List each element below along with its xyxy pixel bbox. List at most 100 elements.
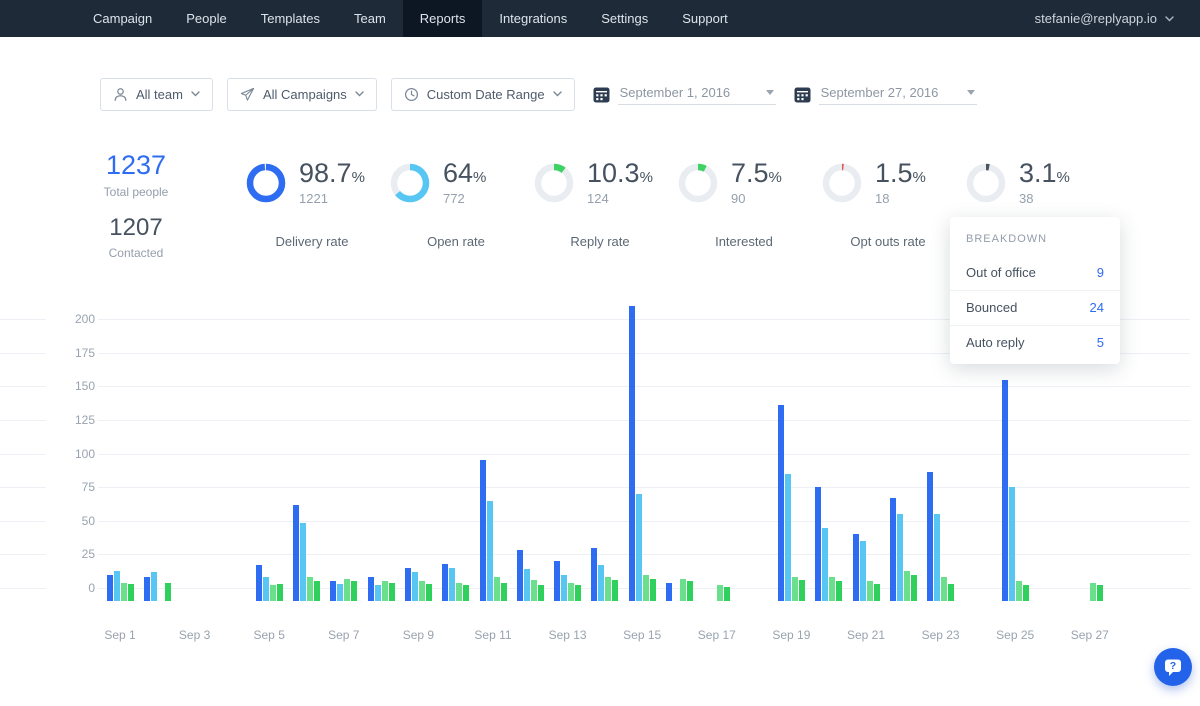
- nav-item-team[interactable]: Team: [337, 0, 403, 37]
- bar-light-green-sep-6: [307, 577, 313, 601]
- bar-cyan-sep-1: [114, 571, 120, 602]
- end-date-field: [794, 84, 977, 105]
- stat-label: Open rate: [390, 234, 522, 249]
- x-axis-label: Sep 25: [996, 628, 1034, 642]
- bar-green-sep-13: [575, 585, 581, 601]
- stat-count: 1221: [299, 191, 365, 206]
- x-axis-label: Sep 1: [104, 628, 135, 642]
- bar-blue-sep-21: [853, 534, 859, 601]
- bar-cyan-sep-12: [524, 569, 530, 601]
- nav-item-reports[interactable]: Reports: [403, 0, 483, 37]
- stat-label: Interested: [678, 234, 810, 249]
- interested-ring-icon: [678, 163, 718, 203]
- breakdown-title: BREAKDOWN: [950, 217, 1120, 256]
- breakdown-row-value: 5: [1097, 335, 1104, 350]
- nav-item-settings[interactable]: Settings: [584, 0, 665, 37]
- stat-reply-rate: 10.3%124Reply rate: [534, 160, 674, 249]
- stat-percent: 7.5%: [731, 160, 782, 187]
- x-axis-label: Sep 7: [328, 628, 359, 642]
- nav-item-people[interactable]: People: [169, 0, 243, 37]
- gridline: [0, 420, 1190, 421]
- filter-bar: All team All Campaigns Custom Date Range: [100, 78, 977, 110]
- stat-open-rate: 64%772Open rate: [390, 160, 530, 249]
- bar-blue-sep-5: [256, 565, 262, 601]
- bar-green-sep-6: [314, 581, 320, 601]
- bar-green-sep-5: [277, 584, 283, 601]
- nav-item-templates[interactable]: Templates: [244, 0, 337, 37]
- x-axis-label: Sep 11: [474, 628, 511, 642]
- calendar-icon[interactable]: [794, 86, 811, 103]
- bar-green-sep-22: [911, 575, 917, 601]
- bar-cyan-sep-22: [897, 514, 903, 601]
- bar-light-green-sep-15: [643, 575, 649, 601]
- person-icon: [113, 87, 128, 102]
- bar-light-green-sep-17: [717, 585, 723, 601]
- bar-blue-sep-23: [927, 472, 933, 601]
- nav-item-integrations[interactable]: Integrations: [482, 0, 584, 37]
- bar-blue-sep-19: [778, 405, 784, 601]
- y-axis-label: 200: [46, 311, 98, 327]
- gridline: [0, 386, 1190, 387]
- bar-light-green-sep-14: [605, 577, 611, 601]
- stat-count: 90: [731, 191, 782, 206]
- bar-green-sep-27: [1097, 585, 1103, 601]
- bar-green-sep-1: [128, 584, 134, 601]
- start-date-input[interactable]: [618, 84, 757, 101]
- y-axis-label: 0: [46, 580, 98, 596]
- bar-blue-sep-12: [517, 550, 523, 601]
- x-axis-label: Sep 5: [254, 628, 285, 642]
- start-date-field: [593, 84, 776, 105]
- y-axis-label: 50: [46, 513, 98, 529]
- campaigns-filter-button[interactable]: All Campaigns: [227, 78, 377, 111]
- breakdown-row-label: Out of office: [966, 265, 1036, 280]
- chevron-down-icon: [1165, 16, 1174, 22]
- stat-delivery-rate: 98.7%1221Delivery rate: [246, 160, 386, 249]
- y-axis-label: 125: [46, 412, 98, 428]
- stat-interested: 7.5% 90 Interested: [678, 160, 818, 249]
- account-menu[interactable]: stefanie@replyapp.io: [1035, 0, 1174, 37]
- breakdown-row: Bounced24: [950, 290, 1120, 325]
- bar-blue-sep-10: [442, 564, 448, 601]
- end-date-input[interactable]: [819, 84, 958, 101]
- bar-green-sep-19: [799, 580, 805, 601]
- calendar-icon[interactable]: [593, 86, 610, 103]
- contacted-label: Contacted: [98, 246, 174, 260]
- team-filter-label: All team: [136, 87, 183, 102]
- breakdown-row: Auto reply 5: [950, 325, 1120, 360]
- team-filter-button[interactable]: All team: [100, 78, 213, 111]
- bar-light-green-sep-21: [867, 581, 873, 601]
- nav-item-campaign[interactable]: Campaign: [76, 0, 169, 37]
- paper-plane-icon: [240, 87, 255, 102]
- stat-label: Reply rate: [534, 234, 666, 249]
- breakdown-row-label: Auto reply: [966, 335, 1025, 350]
- triangle-down-icon: [967, 90, 975, 95]
- bar-cyan-sep-8: [375, 585, 381, 601]
- account-email: stefanie@replyapp.io: [1035, 11, 1157, 26]
- bar-green-sep-20: [836, 581, 842, 601]
- help-bubble-icon: ?: [1163, 657, 1183, 677]
- open-rate-ring-icon: [390, 163, 430, 203]
- bar-blue-sep-2: [144, 577, 150, 601]
- bar-light-green-sep-27: [1090, 583, 1096, 601]
- bar-light-green-sep-22: [904, 571, 910, 602]
- opt-outs-rate-ring-icon: [822, 163, 862, 203]
- bar-blue-sep-22: [890, 498, 896, 601]
- bar-blue-sep-6: [293, 505, 299, 601]
- y-axis-label: 175: [46, 345, 98, 361]
- nav-item-support[interactable]: Support: [665, 0, 745, 37]
- bar-cyan-sep-7: [337, 584, 343, 601]
- x-axis-label: Sep 17: [698, 628, 736, 642]
- bar-green-sep-15: [650, 579, 656, 601]
- bar-blue-sep-25: [1002, 380, 1008, 602]
- bar-light-green-sep-9: [419, 581, 425, 601]
- bar-light-green-sep-1: [121, 583, 127, 601]
- stat-percent: 98.7%: [299, 160, 365, 187]
- bar-blue-sep-13: [554, 561, 560, 601]
- help-button[interactable]: ?: [1154, 648, 1192, 686]
- date-range-filter-button[interactable]: Custom Date Range: [391, 78, 575, 111]
- bar-green-sep-2: [165, 583, 171, 601]
- stat-count: 38: [1019, 191, 1070, 206]
- bar-green-sep-11: [501, 583, 507, 601]
- chevron-down-icon: [355, 91, 364, 97]
- stat-percent: 64%: [443, 160, 486, 187]
